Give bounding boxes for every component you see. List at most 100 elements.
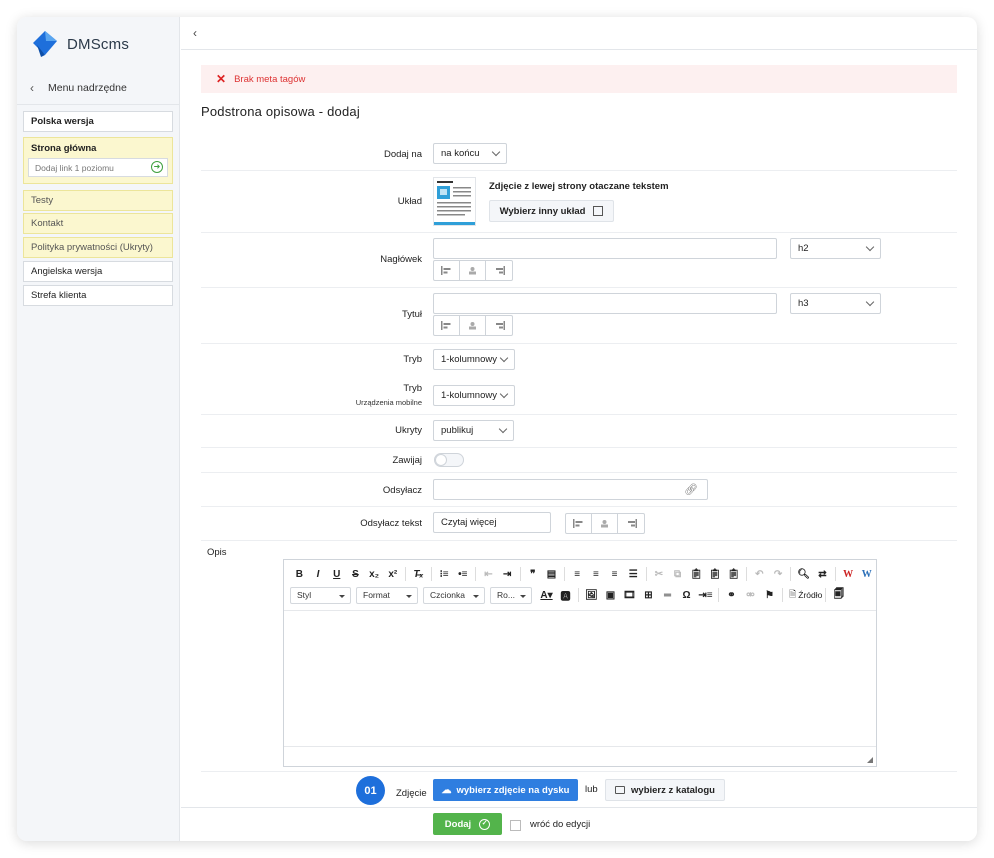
toolbar-separator: [718, 588, 719, 602]
gallery-icon[interactable]: ▣: [601, 590, 620, 601]
table-icon[interactable]: ⊞: [639, 590, 658, 601]
parent-menu-back[interactable]: ‹ Menu nadrzędne: [17, 71, 179, 105]
tryb-mobile-label: Tryb: [403, 383, 422, 394]
source-button[interactable]: 🗎︎ Źródło: [789, 587, 822, 603]
tytul-input[interactable]: [433, 293, 777, 314]
sidebar-item-kontakt[interactable]: Kontakt: [23, 213, 173, 234]
horizontal-line-icon[interactable]: ═: [658, 590, 677, 601]
return-to-edit-checkbox[interactable]: [510, 820, 521, 831]
back-chevron-icon[interactable]: ‹: [193, 26, 197, 40]
sidebar-item-strefa-klienta[interactable]: Strefa klienta: [23, 285, 173, 306]
align-right-icon: [495, 266, 505, 275]
outdent-icon[interactable]: ⇤: [479, 569, 498, 580]
numbered-list-icon[interactable]: ⁝≡: [435, 569, 454, 580]
add-level1-link-input[interactable]: Dodaj link 1 poziomu ➜: [28, 158, 168, 177]
sidebar-item-polska-wersja[interactable]: Polska wersja: [23, 111, 173, 132]
tryb-mobile-select[interactable]: 1-kolumnowy: [433, 385, 515, 406]
redo-icon[interactable]: ↷: [769, 569, 788, 580]
paste-word-icon[interactable]: 📋︎: [724, 569, 743, 580]
align-center-button[interactable]: [460, 261, 486, 280]
zawijaj-toggle[interactable]: [434, 453, 464, 467]
align-center-text-icon[interactable]: ≡: [587, 569, 606, 580]
word-export-icon[interactable]: W: [857, 569, 876, 580]
align-left-button[interactable]: [434, 261, 460, 280]
bold-icon[interactable]: B: [290, 569, 309, 580]
special-char-icon[interactable]: Ω: [677, 590, 696, 601]
paste-text-icon[interactable]: 📋︎: [706, 569, 725, 580]
logo[interactable]: DMScms: [31, 29, 129, 59]
sidebar-item-polityka[interactable]: Polityka prywatności (Ukryty): [23, 237, 173, 258]
div-container-icon[interactable]: ▤: [542, 569, 561, 580]
paste-icon[interactable]: 📋︎: [687, 569, 706, 580]
unlink-icon[interactable]: ⚮: [741, 590, 760, 601]
justify-text-icon[interactable]: ☰: [624, 569, 643, 580]
align-left-button[interactable]: [566, 514, 592, 533]
naglowek-level-select[interactable]: h2: [790, 238, 881, 259]
align-center-button[interactable]: [592, 514, 618, 533]
dodaj-na-select[interactable]: na końcu: [433, 143, 507, 164]
background-color-icon[interactable]: 🅰︎: [556, 588, 575, 603]
ukryty-select[interactable]: publikuj: [433, 420, 514, 441]
sidebar-item-strona-glowna[interactable]: Strona główna: [24, 138, 172, 154]
align-right-button[interactable]: [486, 316, 512, 335]
link-icon: 🔗︎: [684, 484, 698, 496]
resize-handle-icon[interactable]: [867, 757, 873, 763]
align-right-text-icon[interactable]: ≡: [605, 569, 624, 580]
divider: [201, 232, 957, 233]
templates-icon[interactable]: 🗐︎: [829, 587, 848, 604]
anchor-flag-icon[interactable]: ⚑: [760, 590, 779, 601]
bulleted-list-icon[interactable]: •≡: [453, 569, 472, 580]
tytul-level-select[interactable]: h3: [790, 293, 881, 314]
superscript-icon[interactable]: x²: [383, 569, 402, 580]
indent-icon[interactable]: ⇥: [498, 569, 517, 580]
upload-photo-button[interactable]: ☁ wybierz zdjęcie na dysku: [433, 779, 578, 801]
copy-icon[interactable]: ⧉: [668, 569, 687, 580]
sidebar-item-angielska-wersja[interactable]: Angielska wersja: [23, 261, 173, 282]
strikethrough-icon[interactable]: S: [346, 569, 365, 580]
meta-alert: ✕ Brak meta tagów: [201, 65, 957, 93]
sidebar-group-strona-glowna: Strona główna Dodaj link 1 poziomu ➜: [23, 137, 173, 184]
choose-from-catalog-button[interactable]: wybierz z katalogu: [605, 779, 725, 801]
italic-icon[interactable]: I: [309, 569, 328, 580]
layout-preview[interactable]: [433, 177, 476, 226]
undo-icon[interactable]: ↶: [750, 569, 769, 580]
parent-menu-label: Menu nadrzędne: [48, 81, 127, 94]
align-right-button[interactable]: [486, 261, 512, 280]
divider: [201, 287, 957, 288]
link-insert-icon[interactable]: ⚭: [722, 590, 741, 601]
video-icon[interactable]: 🎞︎: [620, 590, 639, 601]
tryb-select[interactable]: 1-kolumnowy: [433, 349, 515, 370]
odsylacz-align-group: [565, 513, 645, 534]
dodaj-na-label: Dodaj na: [383, 149, 422, 160]
font-combo[interactable]: Czcionka: [423, 586, 485, 604]
arrow-right-circle-icon[interactable]: ➜: [151, 161, 163, 173]
format-combo[interactable]: Format: [356, 586, 418, 604]
naglowek-input[interactable]: [433, 238, 777, 259]
remove-format-icon[interactable]: T̶ₓ: [409, 569, 428, 580]
editor-content-area[interactable]: [284, 611, 876, 746]
submit-button[interactable]: Dodaj ✓: [433, 813, 502, 835]
replace-icon[interactable]: ⇄: [813, 569, 832, 580]
blockquote-icon[interactable]: ❞: [524, 569, 543, 580]
source-label: Źródło: [798, 590, 823, 600]
paste-from-word-icon[interactable]: W: [839, 569, 858, 580]
uklad-label: Układ: [397, 196, 422, 207]
font-size-combo[interactable]: Ro...: [490, 586, 532, 604]
align-left-text-icon[interactable]: ≡: [568, 569, 587, 580]
change-layout-button[interactable]: Wybierz inny układ: [489, 200, 614, 222]
style-combo[interactable]: Styl: [290, 586, 351, 604]
align-right-button[interactable]: [618, 514, 644, 533]
underline-icon[interactable]: U: [327, 569, 346, 580]
page-break-icon[interactable]: ⇥≡: [696, 590, 715, 601]
align-center-button[interactable]: [460, 316, 486, 335]
sidebar-item-testy[interactable]: Testy: [23, 190, 173, 211]
image-icon[interactable]: 🖼︎: [582, 590, 601, 601]
cut-icon[interactable]: ✂: [650, 569, 669, 580]
align-left-button[interactable]: [434, 316, 460, 335]
catalog-label: wybierz z katalogu: [631, 784, 715, 796]
odsylacz-input[interactable]: 🔗︎: [433, 479, 708, 500]
find-icon[interactable]: 🔍︎: [794, 569, 813, 580]
odsylacz-tekst-input[interactable]: Czytaj więcej: [433, 512, 551, 533]
subscript-icon[interactable]: x₂: [365, 569, 384, 580]
text-color-icon[interactable]: A▾: [537, 590, 556, 601]
